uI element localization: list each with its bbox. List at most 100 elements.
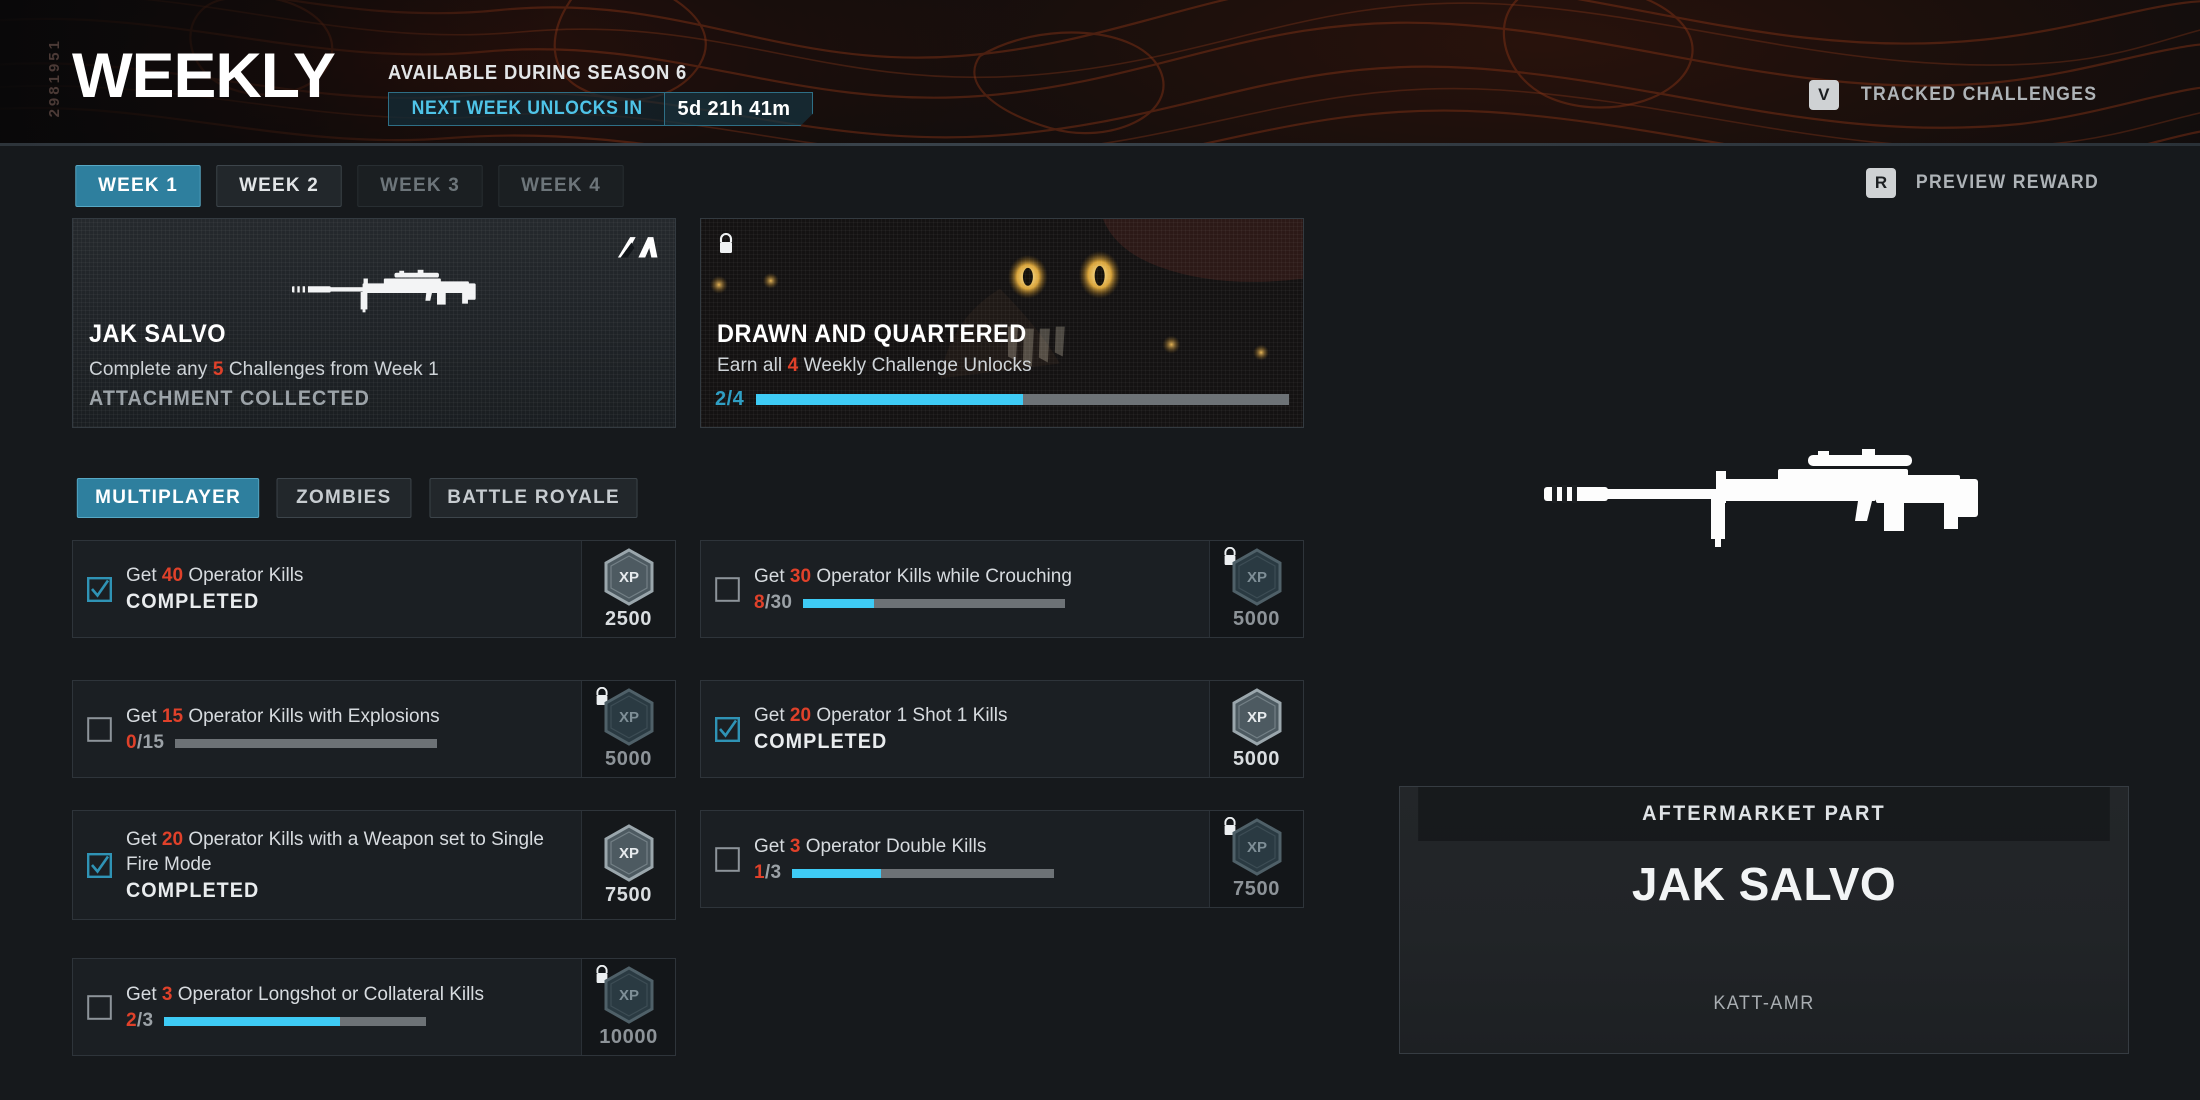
checkbox-unchecked-icon bbox=[715, 846, 740, 872]
challenge-row[interactable]: Get 15 Operator Kills with Explosions 0/1… bbox=[72, 680, 676, 778]
challenge-progress-total: 15 bbox=[142, 732, 165, 753]
challenge-description: Get 20 Operator Kills with a Weapon set … bbox=[126, 827, 571, 877]
header-divider bbox=[0, 143, 2200, 146]
preview-reward-button[interactable]: R PREVIEW REWARD bbox=[1866, 168, 2106, 198]
challenge-status: COMPLETED bbox=[754, 730, 888, 753]
challenge-checkbox-checked[interactable] bbox=[715, 716, 741, 742]
challenge-checkbox-checked[interactable] bbox=[87, 576, 113, 602]
tab-week-3[interactable]: WEEK 3 bbox=[357, 165, 483, 207]
reward-card-subtitle: Complete any 5 Challenges from Week 1 bbox=[89, 359, 439, 381]
challenge-progress: 0/15 bbox=[126, 732, 571, 754]
challenge-text: Get 3 Operator Longshot or Collateral Ki… bbox=[126, 982, 571, 1032]
availability-block: AVAILABLE DURING SEASON 6 NEXT WEEK UNLO… bbox=[388, 62, 813, 126]
challenge-progress: 2/3 bbox=[126, 1010, 571, 1032]
svg-text:XP: XP bbox=[1246, 839, 1266, 856]
reward-card-drawn-and-quartered[interactable]: DRAWN AND QUARTERED Earn all 4 Weekly Ch… bbox=[700, 218, 1304, 428]
unlock-countdown: 5d 21h 41m bbox=[664, 93, 812, 125]
challenge-progress-count: 1/3 bbox=[754, 862, 782, 883]
challenge-progress-track bbox=[175, 738, 438, 748]
tab-week-4[interactable]: WEEK 4 bbox=[498, 165, 624, 207]
reward-progress-count: 2/4 bbox=[715, 388, 745, 410]
tab-zombies[interactable]: ZOMBIES bbox=[276, 478, 412, 518]
challenge-text: Get 3 Operator Double Kills 1/3 bbox=[754, 834, 1199, 884]
challenge-progress-current: 1 bbox=[754, 862, 765, 883]
challenge-row-body: Get 15 Operator Kills with Explosions 0/1… bbox=[73, 681, 581, 777]
challenge-row[interactable]: Get 3 Operator Double Kills 1/3 XP 7500 bbox=[700, 810, 1304, 908]
weapon-preview-katt-amr bbox=[1544, 449, 1978, 547]
challenge-desc-pre: Get bbox=[754, 566, 790, 587]
challenge-description: Get 20 Operator 1 Shot 1 Kills bbox=[754, 703, 1199, 728]
challenge-row[interactable]: Get 20 Operator Kills with a Weapon set … bbox=[72, 810, 676, 920]
reward-card-subtitle: Earn all 4 Weekly Challenge Unlocks bbox=[717, 355, 1032, 377]
challenge-xp-amount: 5000 bbox=[1233, 607, 1280, 630]
challenge-row[interactable]: Get 20 Operator 1 Shot 1 Kills COMPLETED X… bbox=[700, 680, 1304, 778]
challenge-description: Get 30 Operator Kills while Crouching bbox=[754, 564, 1199, 589]
challenge-xp-amount: 10000 bbox=[599, 1025, 658, 1048]
challenge-progress: 8/30 bbox=[754, 592, 1199, 614]
challenge-target-number: 30 bbox=[789, 566, 812, 587]
challenge-row[interactable]: Get 3 Operator Longshot or Collateral Ki… bbox=[72, 958, 676, 1056]
challenge-checkbox[interactable] bbox=[87, 716, 112, 742]
tab-multiplayer-label: MULTIPLAYER bbox=[95, 487, 242, 508]
tab-week-2[interactable]: WEEK 2 bbox=[216, 165, 342, 207]
checkbox-unchecked-icon bbox=[715, 576, 740, 602]
page-header: 2981951 WEEKLY AVAILABLE DURING SEASON 6… bbox=[0, 0, 2200, 146]
challenge-desc-pre: Get bbox=[126, 984, 162, 1005]
challenge-xp-reward: XP 5000 bbox=[1209, 681, 1303, 777]
keycap-v-icon: V bbox=[1808, 80, 1839, 110]
challenge-xp-reward: XP 7500 bbox=[1209, 811, 1303, 907]
aftermarket-part-panel: AFTERMARKET PART JAK SALVO KATT-AMR bbox=[1399, 786, 2129, 1054]
challenge-xp-reward: XP 10000 bbox=[581, 959, 675, 1055]
challenge-progress-current: 8 bbox=[754, 592, 765, 613]
checkbox-unchecked-icon bbox=[87, 994, 112, 1020]
reward-sub-number: 5 bbox=[212, 359, 224, 380]
challenge-row[interactable]: Get 30 Operator Kills while Crouching 8/3… bbox=[700, 540, 1304, 638]
challenge-target-number: 40 bbox=[161, 565, 184, 586]
unlock-label: NEXT WEEK UNLOCKS IN bbox=[411, 98, 643, 119]
tab-zombies-label: ZOMBIES bbox=[296, 487, 392, 508]
lock-icon bbox=[719, 233, 733, 253]
reward-card-jak-salvo[interactable]: JAK SALVO Complete any 5 Challenges from… bbox=[72, 218, 676, 428]
ca-brand-icon bbox=[617, 237, 658, 258]
reward-sub-pre: Earn all bbox=[717, 355, 788, 376]
challenge-xp-amount: 7500 bbox=[605, 883, 652, 906]
reward-sub-post: Challenges from Week 1 bbox=[223, 359, 439, 380]
challenge-xp-reward: XP 7500 bbox=[581, 811, 675, 919]
tab-multiplayer[interactable]: MULTIPLAYER bbox=[76, 478, 260, 518]
challenge-description: Get 15 Operator Kills with Explosions bbox=[126, 704, 571, 729]
challenge-row[interactable]: Get 40 Operator Kills COMPLETED XP 2500 bbox=[72, 540, 676, 638]
tab-week-1[interactable]: WEEK 1 bbox=[75, 165, 201, 207]
challenge-text: Get 30 Operator Kills while Crouching 8/3… bbox=[754, 564, 1199, 614]
challenge-checkbox-checked[interactable] bbox=[87, 852, 113, 878]
tab-battle-royale[interactable]: BATTLE ROYALE bbox=[429, 478, 638, 518]
challenge-desc-pre: Get bbox=[126, 828, 162, 850]
challenge-xp-reward: XP 5000 bbox=[1209, 541, 1303, 637]
challenge-desc-post: Operator Kills bbox=[183, 565, 304, 586]
challenge-desc-post: Operator 1 Shot 1 Kills bbox=[811, 705, 1008, 726]
svg-text:XP: XP bbox=[1246, 569, 1266, 586]
reward-card-title: DRAWN AND QUARTERED bbox=[717, 320, 1027, 348]
challenge-text: Get 20 Operator Kills with a Weapon set … bbox=[126, 827, 571, 904]
challenge-target-number: 3 bbox=[789, 836, 801, 857]
reward-sub-pre: Complete any bbox=[89, 359, 213, 380]
reward-progress-fill bbox=[756, 394, 1023, 405]
challenge-progress-total: 3 bbox=[142, 1010, 154, 1031]
challenge-checkbox[interactable] bbox=[715, 576, 740, 602]
challenge-desc-post: Operator Double Kills bbox=[800, 836, 987, 857]
challenge-xp-reward: XP 5000 bbox=[581, 681, 675, 777]
challenge-description: Get 3 Operator Longshot or Collateral Ki… bbox=[126, 982, 571, 1007]
available-during-text: AVAILABLE DURING SEASON 6 bbox=[388, 62, 688, 84]
challenge-desc-post: Operator Kills with a Weapon set to Sing… bbox=[126, 828, 544, 875]
tracked-challenges-button[interactable]: V TRACKED CHALLENGES bbox=[1808, 80, 2106, 110]
tracked-challenges-label: TRACKED CHALLENGES bbox=[1860, 84, 2098, 105]
challenge-checkbox[interactable] bbox=[87, 994, 112, 1020]
checkbox-checked-icon bbox=[87, 852, 113, 878]
tab-week-1-label: WEEK 1 bbox=[98, 175, 178, 196]
reward-sub-number: 4 bbox=[787, 355, 799, 376]
checkbox-unchecked-icon bbox=[87, 716, 112, 742]
tab-week-4-label: WEEK 4 bbox=[521, 175, 601, 196]
challenge-checkbox[interactable] bbox=[715, 846, 740, 872]
challenge-progress-count: 0/15 bbox=[126, 732, 165, 753]
challenge-desc-pre: Get bbox=[754, 705, 790, 726]
reward-progress-track bbox=[756, 394, 1289, 405]
